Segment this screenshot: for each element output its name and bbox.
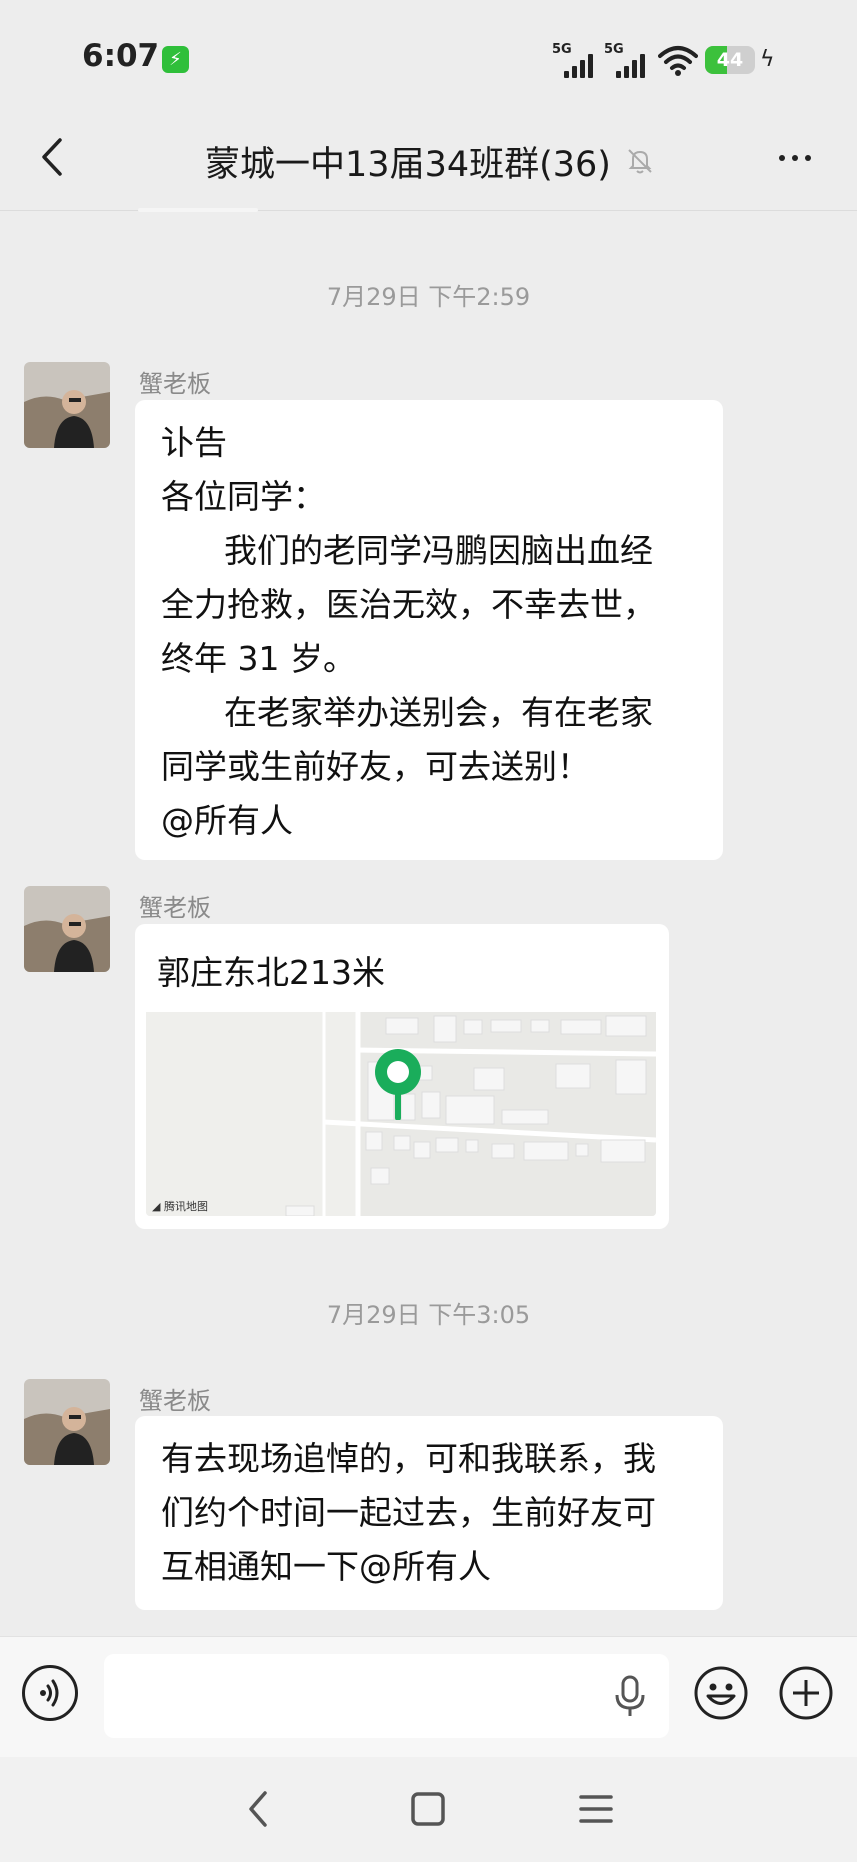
nav-back-icon[interactable] bbox=[243, 1789, 273, 1829]
status-time: 6:07 bbox=[82, 38, 160, 74]
more-dots-icon[interactable] bbox=[770, 138, 820, 178]
charging-badge-icon: ⚡ bbox=[162, 46, 189, 73]
chat-title-area[interactable]: 蒙城一中13届34班群(36) bbox=[200, 136, 660, 186]
chat-header: 蒙城一中13届34班群(36) bbox=[0, 110, 857, 211]
bell-muted-icon bbox=[628, 149, 652, 174]
system-navigation-bar bbox=[0, 1757, 857, 1862]
message-timestamp: 7月29日 下午3:05 bbox=[326, 1301, 531, 1329]
header-divider bbox=[0, 210, 857, 211]
microphone-icon[interactable] bbox=[610, 1674, 650, 1718]
message-line: 们约个时间一起过去，生前好友可 bbox=[161, 1493, 656, 1532]
location-title: 郭庄东北213米 bbox=[157, 953, 385, 992]
message-line: 讣告 bbox=[161, 423, 227, 462]
battery-icon: 44 bbox=[705, 46, 755, 74]
nav-home-icon[interactable] bbox=[410, 1791, 446, 1827]
emoji-icon[interactable] bbox=[693, 1665, 749, 1721]
sender-name: 蟹老板 bbox=[139, 1387, 211, 1415]
sender-name: 蟹老板 bbox=[139, 370, 211, 398]
status-bar: 6:07 ⚡ 5G 5G 44 ϟ bbox=[0, 0, 857, 110]
chat-title: 蒙城一中13届34班群(36) bbox=[205, 144, 611, 185]
map-credit: ◢ 腾讯地图 bbox=[152, 1200, 208, 1213]
chat-input-bar bbox=[0, 1636, 857, 1757]
message-input[interactable] bbox=[104, 1654, 669, 1738]
avatar[interactable] bbox=[24, 886, 110, 972]
voice-icon[interactable] bbox=[22, 1665, 78, 1721]
message-line: 我们的老同学冯鹏因脑出血经 bbox=[161, 531, 653, 570]
plus-icon[interactable] bbox=[778, 1665, 834, 1721]
wifi-icon bbox=[658, 46, 698, 76]
map-preview: ◢ 腾讯地图 bbox=[146, 1012, 656, 1216]
message-line: 终年 31 岁。 bbox=[161, 639, 356, 678]
nav-menu-icon[interactable] bbox=[578, 1793, 614, 1825]
avatar[interactable] bbox=[24, 1379, 110, 1465]
battery-level: 44 bbox=[716, 49, 744, 71]
message-line: 各位同学： bbox=[161, 477, 326, 516]
charging-icon: ϟ bbox=[760, 47, 775, 72]
message-line: @所有人 bbox=[161, 801, 293, 840]
message-timestamp: 7月29日 下午2:59 bbox=[326, 283, 531, 311]
message-bubble[interactable]: 讣告 各位同学： 我们的老同学冯鹏因脑出血经 全力抢救，医治无效，不幸去世， 终… bbox=[135, 400, 723, 860]
back-icon[interactable] bbox=[30, 132, 80, 182]
previous-message-edge bbox=[138, 208, 258, 212]
avatar[interactable] bbox=[24, 362, 110, 448]
message-line: 有去现场追悼的，可和我联系，我 bbox=[161, 1439, 656, 1478]
location-card[interactable]: 郭庄东北213米 ◢ 腾讯地图 bbox=[135, 924, 669, 1229]
message-line: 全力抢救，医治无效，不幸去世， bbox=[161, 585, 656, 624]
message-line: 同学或生前好友，可去送别！ bbox=[161, 747, 590, 786]
map-pin-icon bbox=[375, 1049, 421, 1120]
message-bubble[interactable]: 有去现场追悼的，可和我联系，我 们约个时间一起过去，生前好友可 互相通知一下@所… bbox=[135, 1416, 723, 1610]
sender-name: 蟹老板 bbox=[139, 894, 211, 922]
message-line: 在老家举办送别会，有在老家 bbox=[161, 693, 653, 732]
message-line: 互相通知一下@所有人 bbox=[161, 1547, 491, 1586]
